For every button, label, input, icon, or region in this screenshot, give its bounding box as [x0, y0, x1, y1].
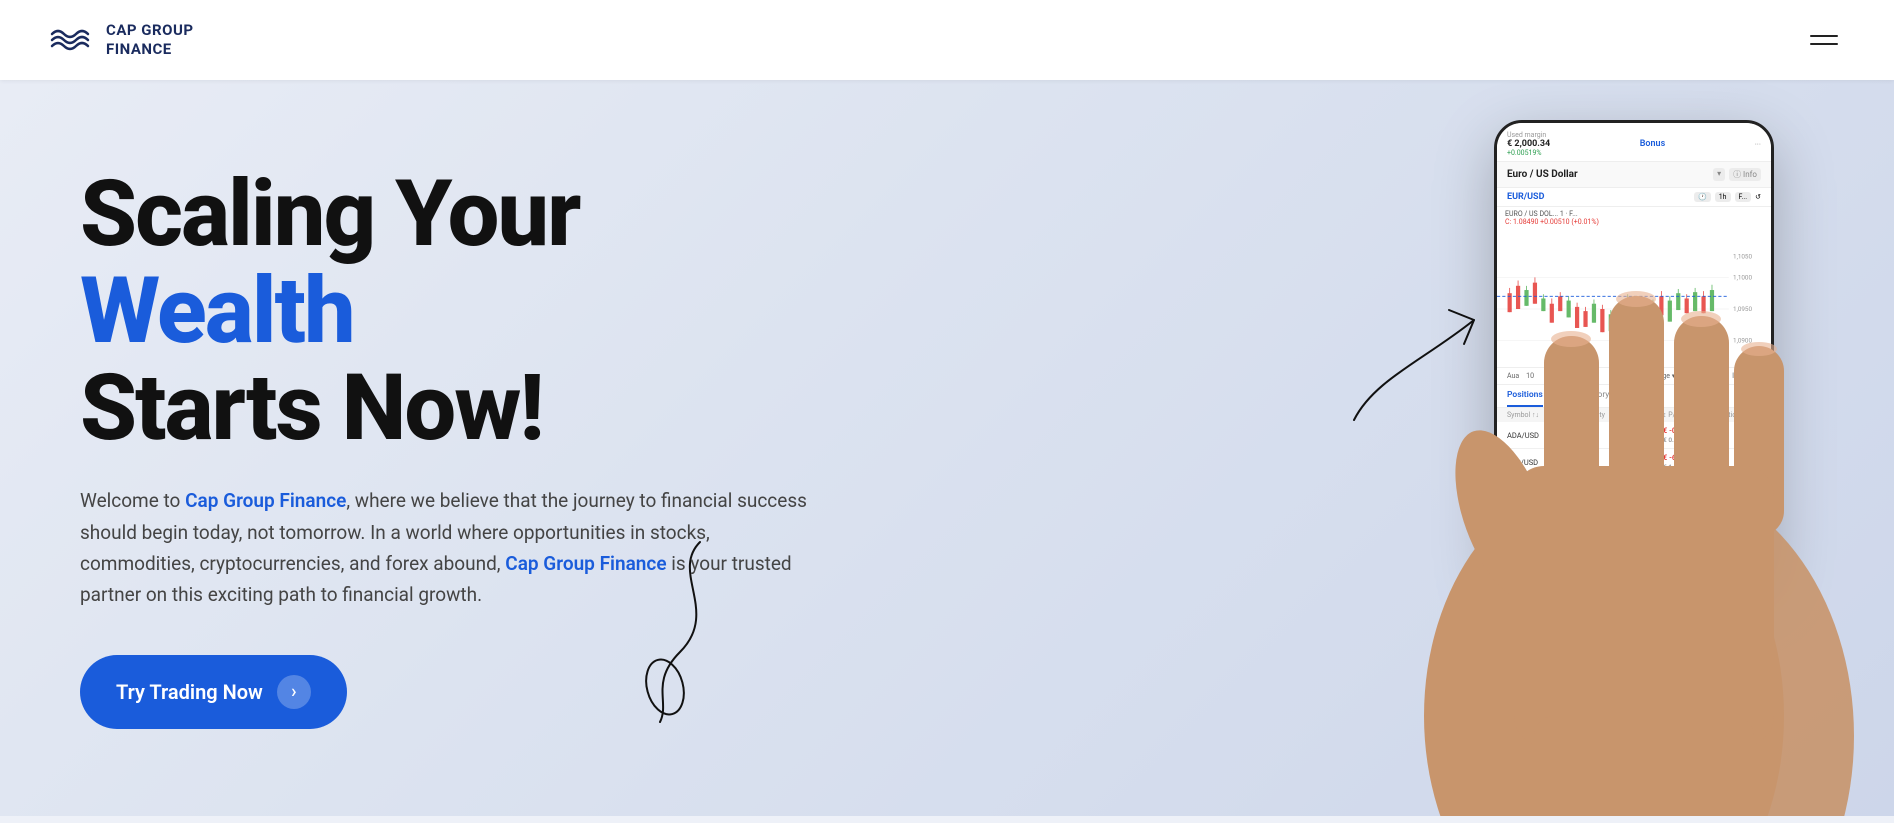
- phone-container: Used margin € 2,000.34 +0.00519% Bonus ·…: [1134, 80, 1894, 816]
- logo-text: CAP GROUP FINANCE: [106, 21, 194, 59]
- hand-svg: [1254, 136, 1894, 816]
- headline-line3: Starts Now!: [80, 355, 543, 462]
- site-header: CAP GROUP FINANCE: [0, 0, 1894, 80]
- headline-wealth: Wealth: [80, 258, 354, 365]
- hero-description: Welcome to Cap Group Finance, where we b…: [80, 485, 820, 610]
- hero-content: Scaling Your Wealth Starts Now! Welcome …: [80, 167, 820, 728]
- cta-label: Try Trading Now: [116, 680, 263, 704]
- headline-line1: Scaling Your: [80, 161, 579, 268]
- desc-before-brand1: Welcome to: [80, 489, 185, 512]
- cta-button[interactable]: Try Trading Now ›: [80, 655, 347, 729]
- brand-link-1: Cap Group Finance: [185, 489, 346, 512]
- logo-area: CAP GROUP FINANCE: [48, 18, 194, 62]
- hamburger-menu[interactable]: [1802, 27, 1846, 53]
- hero-section: Scaling Your Wealth Starts Now! Welcome …: [0, 80, 1894, 816]
- brand-link-2: Cap Group Finance: [505, 552, 666, 575]
- hero-headline: Scaling Your Wealth Starts Now!: [80, 167, 820, 457]
- cta-arrow: ›: [277, 675, 311, 709]
- logo-icon: [48, 18, 92, 62]
